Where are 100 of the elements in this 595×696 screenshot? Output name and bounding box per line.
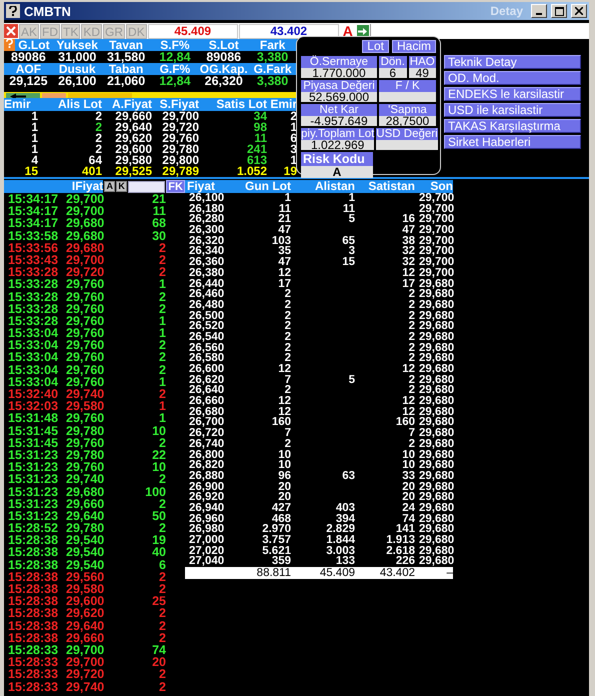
table-cell-text: 29,680 xyxy=(418,524,453,536)
trade-lot: 1 xyxy=(158,412,166,425)
trade-time: 15:28:33 xyxy=(8,668,60,681)
table-cell-text: 26,740 xyxy=(188,438,226,450)
stat-label: Dusuk xyxy=(58,63,97,75)
column-header: Satis Lot xyxy=(215,98,267,111)
trade-time: 15:31:23 xyxy=(8,510,60,522)
stat-value: 12,84 xyxy=(158,51,192,63)
table-cell-text: 20 xyxy=(278,492,291,503)
stat-value: 26,100 xyxy=(57,75,98,87)
trade-price: 29,680 xyxy=(66,242,106,254)
total-cell-text: 43.402 xyxy=(378,567,415,580)
table-cell-text: 65 xyxy=(341,236,355,246)
table-cell-text: 29,680 xyxy=(418,364,453,375)
table-cell-text: 47 xyxy=(401,225,415,236)
trade-price: 29,740 xyxy=(66,473,106,486)
table-cell-text: 29,789 xyxy=(161,166,199,177)
table-cell-text: 5 xyxy=(348,214,355,226)
trade-lot: 2 xyxy=(158,388,166,400)
table-cell-text: 2 xyxy=(284,342,291,354)
trade-lot: 21 xyxy=(151,193,166,206)
table-cell-text: 26,440 xyxy=(188,278,226,290)
table-cell-text: 29,700 xyxy=(162,111,199,122)
trade-time: 15:34:17 xyxy=(8,217,60,230)
trade-price: 29,700 xyxy=(66,644,106,656)
sort-button[interactable]: A xyxy=(104,181,116,192)
table-cell-text: 32 xyxy=(401,246,415,258)
table-cell-text: 2 xyxy=(284,300,291,311)
close-icon xyxy=(6,26,16,36)
trade-lot: 2 xyxy=(158,254,166,266)
trade-price: 29,660 xyxy=(66,498,106,510)
trade-time: 15:33:04 xyxy=(8,351,60,364)
trade-time: 15:33:04 xyxy=(8,327,60,340)
info-value: 6 xyxy=(379,68,406,78)
table-cell-text: 2 xyxy=(95,144,102,155)
trade-lot: 22 xyxy=(151,448,166,462)
unit-button[interactable]: Hacim xyxy=(392,40,436,53)
table-cell-text: 5 xyxy=(348,374,355,386)
table-cell-text: 26,980 xyxy=(188,524,226,536)
sort-button[interactable]: K xyxy=(116,181,128,192)
table-cell-text: 141 xyxy=(396,524,415,536)
minimize-button[interactable] xyxy=(531,4,547,18)
trade-time: 15:28:38 xyxy=(8,583,60,596)
trade-lot: 2 xyxy=(158,620,166,632)
table-cell-text: 26,620 xyxy=(188,374,226,386)
info-value xyxy=(376,140,438,150)
table-cell-text: 241 xyxy=(246,144,267,155)
table-cell-text: 12 xyxy=(401,396,415,407)
table-cell-text: 2 xyxy=(408,438,415,450)
table-cell-text: 2 xyxy=(408,332,415,343)
table-cell-text: 613 xyxy=(246,155,267,166)
filter-field[interactable] xyxy=(128,180,166,192)
table-cell-text: 32 xyxy=(401,257,415,268)
table-cell-text: 15 xyxy=(341,257,355,268)
help-icon[interactable] xyxy=(6,4,20,18)
table-cell-text: 359 xyxy=(270,556,291,568)
table-cell-text: 29,660 xyxy=(115,111,152,122)
menu-button[interactable]: Teknik Detay xyxy=(444,55,581,69)
stat-label: S.F% xyxy=(159,39,191,51)
table-cell-text: 16 xyxy=(401,214,415,226)
trade-price: 29,660 xyxy=(66,632,106,644)
stat-label: OG.Kap. xyxy=(199,63,248,75)
table-cell-text: 29,760 xyxy=(161,133,199,144)
table-cell-text: 29,680 xyxy=(418,332,453,343)
trade-lot: 2 xyxy=(158,436,166,449)
info-value: 52.569.000 xyxy=(301,92,377,102)
trade-lot: 100 xyxy=(144,486,166,498)
maximize-button[interactable] xyxy=(551,4,567,18)
table-cell-text: 29,700 xyxy=(418,268,453,279)
table-cell-text: 1 xyxy=(290,155,297,166)
trade-time: 15:34:17 xyxy=(8,205,60,218)
stat-value: 3,380 xyxy=(256,75,290,87)
arrow-icon[interactable] xyxy=(356,24,369,38)
trade-price: 29,680 xyxy=(66,217,106,230)
trade-time: 15:28:38 xyxy=(8,620,60,632)
menu-button[interactable]: OD. Mod. xyxy=(444,71,581,85)
stat-label: Taban xyxy=(108,63,144,75)
column-header: A.Fiyat xyxy=(110,98,152,111)
table-cell-text: 27,000 xyxy=(188,535,226,546)
unit-button[interactable]: Lot xyxy=(362,40,389,53)
trade-price: 29,760 xyxy=(66,339,106,352)
table-cell-text: 29,680 xyxy=(418,310,453,322)
trade-time: 15:33:04 xyxy=(8,376,60,388)
column-header: Alis Lot xyxy=(57,98,102,111)
filter-button[interactable]: FK xyxy=(166,180,186,193)
table-cell-text: 96 xyxy=(277,470,291,482)
trade-price: 29,760 xyxy=(66,302,106,315)
table-cell-text: 2 xyxy=(284,321,291,332)
trade-time: 15:28:38 xyxy=(8,534,60,546)
menu-button[interactable]: USD ile karsilastir xyxy=(444,103,581,117)
menu-button[interactable]: ENDEKS le karsilastir xyxy=(444,87,581,101)
trade-price: 29,640 xyxy=(66,620,106,632)
close-button[interactable] xyxy=(571,4,587,18)
menu-button[interactable]: Sirket Haberleri xyxy=(444,135,581,149)
trade-time: 15:31:45 xyxy=(8,436,60,449)
menu-button[interactable]: TAKAS Karşılaştırma xyxy=(444,119,581,133)
trade-lot: 2 xyxy=(158,242,166,254)
table-cell-text: 26,600 xyxy=(188,364,226,375)
table-cell-text: 26,360 xyxy=(188,257,226,268)
stat-value: 89086 xyxy=(10,51,47,63)
